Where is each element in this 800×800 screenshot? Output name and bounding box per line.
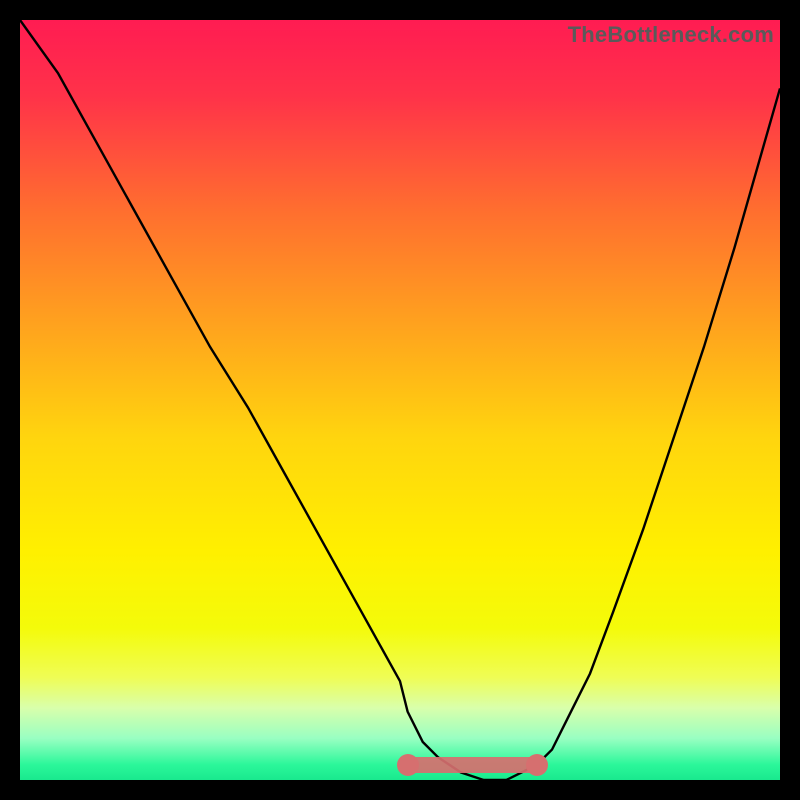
plot-area: TheBottleneck.com [20, 20, 780, 780]
chart-frame: TheBottleneck.com [0, 0, 800, 800]
bottleneck-curve [20, 20, 780, 780]
watermark-text: TheBottleneck.com [568, 22, 774, 48]
